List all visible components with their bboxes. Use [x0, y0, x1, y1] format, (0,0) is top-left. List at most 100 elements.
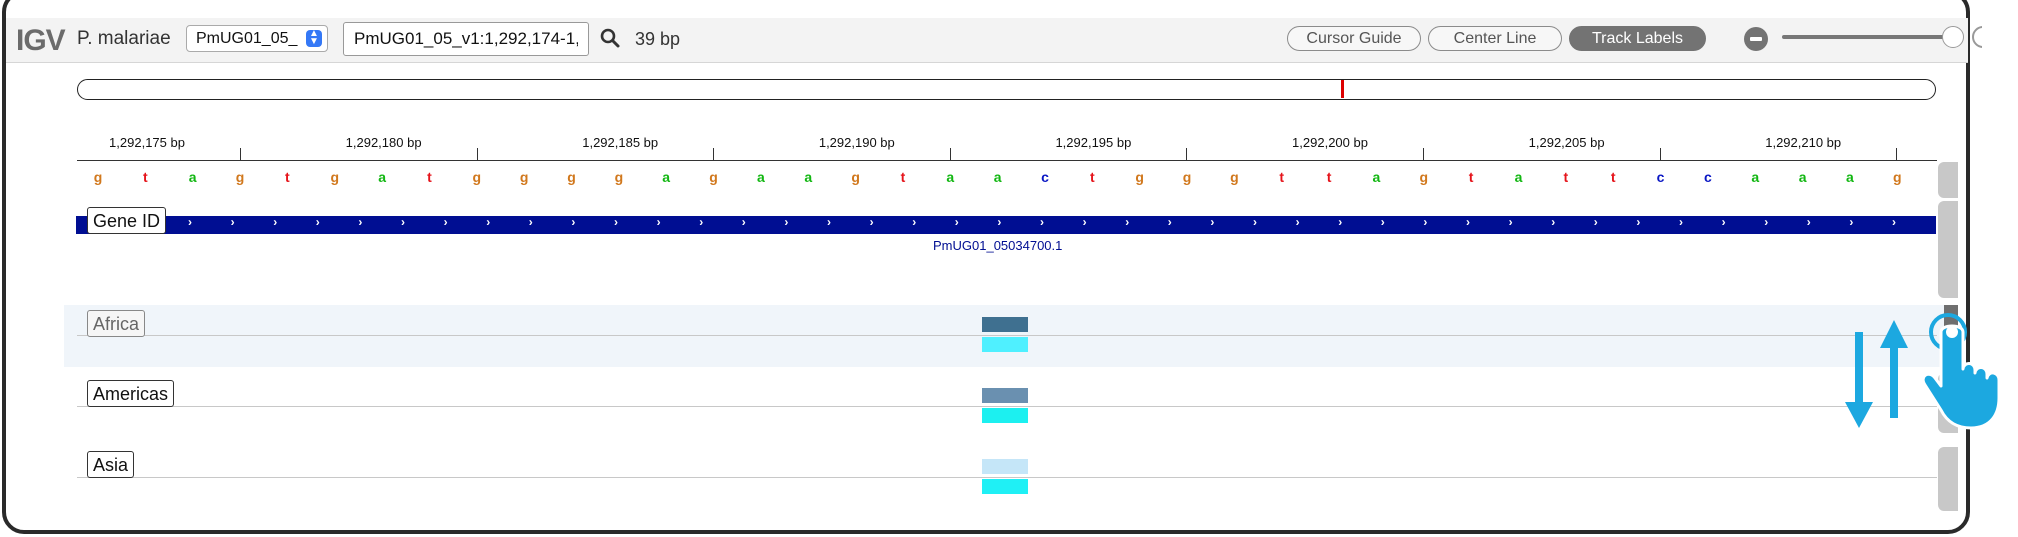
- locus-search-input[interactable]: [343, 22, 589, 56]
- ruler-tick: [1423, 148, 1424, 160]
- strand-arrow-icon: ›: [443, 215, 448, 229]
- sequence-base: g: [1893, 169, 1902, 185]
- strand-arrow-icon: ›: [869, 215, 874, 229]
- genome-label: P. malariae: [77, 28, 171, 49]
- strand-arrow-icon: ›: [486, 215, 491, 229]
- strand-arrow-icon: ›: [188, 215, 192, 229]
- sequence-base: c: [1656, 169, 1665, 185]
- track-labels-button[interactable]: Track Labels: [1569, 26, 1706, 51]
- sequence-base: g: [519, 169, 529, 185]
- zoom-in-icon[interactable]: [1972, 26, 1982, 52]
- sequence-base: a: [188, 169, 197, 185]
- ruler-tick-label: 1,292,205 bp: [1528, 135, 1605, 150]
- strand-arrow-icon: ›: [827, 215, 831, 229]
- americas-track-baseline: [77, 406, 1937, 407]
- strand-arrow-icon: ›: [1210, 215, 1215, 229]
- strand-arrow-icon: ›: [401, 215, 405, 229]
- drag-reorder-hand-icon: [1845, 313, 2001, 430]
- strand-arrow-icon: ›: [1040, 215, 1044, 229]
- cursor-guide-button[interactable]: Cursor Guide: [1287, 26, 1421, 51]
- igv-logo: IGV: [16, 24, 66, 57]
- sequence-base: t: [1326, 169, 1332, 185]
- strand-arrow-icon: ›: [230, 215, 235, 229]
- variant-genotype-asia[interactable]: [982, 479, 1028, 494]
- center-line-button[interactable]: Center Line: [1428, 26, 1562, 51]
- strand-arrow-icon: ›: [358, 215, 363, 229]
- strand-arrow-icon: ›: [1253, 215, 1257, 229]
- strand-arrow-icon: ›: [741, 215, 746, 229]
- strand-arrow-icon: ›: [1423, 215, 1428, 229]
- sequence-base: g: [472, 169, 482, 185]
- track-label-asia[interactable]: Asia: [87, 451, 135, 478]
- sequence-base: t: [1468, 169, 1474, 185]
- chromosome-select[interactable]: PmUG01_05_ ▲ ▼: [186, 25, 328, 52]
- asia-track-scroll-tab[interactable]: [1938, 447, 1958, 511]
- africa-track-baseline: [77, 335, 1937, 336]
- ruler-tick: [240, 148, 241, 160]
- sequence-base: a: [756, 169, 765, 185]
- sequence-base: t: [285, 169, 290, 185]
- strand-arrow-icon: ›: [1764, 215, 1769, 229]
- sequence-base: a: [1514, 169, 1523, 185]
- sequence-base: a: [993, 169, 1002, 185]
- chromosome-select-value: PmUG01_05_: [196, 30, 298, 47]
- sequence-base: t: [1563, 169, 1569, 185]
- sequence-base: a: [804, 169, 813, 185]
- sequence-base: t: [143, 169, 148, 185]
- strand-arrow-icon: ›: [784, 215, 789, 229]
- sequence-base: c: [1703, 169, 1712, 185]
- sequence-base: g: [614, 169, 624, 185]
- sequence-base: t: [1090, 169, 1095, 185]
- sequence-track-scroll-tab[interactable]: [1938, 162, 1958, 198]
- strand-arrow-icon: ›: [1466, 215, 1470, 229]
- ruler-tick-label: 1,292,190 bp: [818, 135, 895, 150]
- sequence-base: g: [851, 169, 860, 185]
- strand-arrow-icon: ›: [1082, 215, 1087, 229]
- gene-feature-name[interactable]: PmUG01_05034700.1: [933, 238, 1062, 253]
- sequence-base: a: [1846, 169, 1854, 185]
- select-arrows-icon: ▲ ▼: [306, 29, 322, 47]
- ruler-tick-label: 1,292,175 bp: [109, 135, 185, 150]
- strand-arrow-icon: ›: [1551, 215, 1556, 229]
- strand-arrow-icon: ›: [954, 215, 959, 229]
- variant-site-asia[interactable]: [982, 459, 1028, 474]
- variant-site-americas[interactable]: [982, 388, 1028, 403]
- sequence-base: t: [900, 169, 906, 185]
- sequence-base: g: [709, 169, 718, 185]
- ruler-tick: [1186, 148, 1188, 160]
- zoom-slider-thumb[interactable]: [1942, 26, 1964, 48]
- ruler-tick-label: 1,292,185 bp: [582, 135, 659, 150]
- gene-track-label[interactable]: Gene ID: [87, 207, 167, 234]
- asia-track-baseline: [77, 477, 1937, 478]
- gene-track-scroll-tab[interactable]: [1938, 201, 1958, 298]
- strand-arrow-icon: ›: [1806, 215, 1811, 229]
- strand-arrow-icon: ›: [1679, 215, 1683, 229]
- strand-arrow-icon: ›: [1892, 215, 1896, 229]
- sequence-base: g: [1135, 169, 1144, 185]
- search-icon[interactable]: [599, 27, 621, 49]
- ruler-tick-label: 1,292,180 bp: [345, 135, 422, 150]
- ideogram-position-marker: [1341, 80, 1345, 98]
- chromosome-ideogram[interactable]: [77, 79, 1936, 100]
- strand-arrow-icon: ›: [1338, 215, 1343, 229]
- strand-arrow-icon: ›: [699, 215, 704, 229]
- sequence-base: a: [1751, 169, 1760, 185]
- zoom-slider[interactable]: [1782, 35, 1956, 39]
- variant-genotype-americas[interactable]: [982, 408, 1028, 423]
- ruler-tick: [1896, 148, 1898, 160]
- ruler-tick: [476, 148, 478, 160]
- gene-feature[interactable]: [76, 216, 1936, 234]
- strand-arrow-icon: ›: [1849, 215, 1854, 229]
- ruler-tick: [1659, 148, 1661, 160]
- track-label-africa[interactable]: Africa: [87, 310, 146, 337]
- zoom-out-icon[interactable]: [1744, 27, 1768, 51]
- ruler-tick-label: 1,292,200 bp: [1292, 135, 1368, 150]
- strand-arrow-icon: ›: [1508, 215, 1513, 229]
- sequence-base: a: [1372, 169, 1381, 185]
- strand-arrow-icon: ›: [1167, 215, 1172, 229]
- variant-site-africa[interactable]: [982, 317, 1028, 332]
- variant-genotype-africa[interactable]: [982, 337, 1028, 352]
- toolbar: IGV P. malariae PmUG01_05_ ▲▼ 39 bp Curs…: [6, 18, 1982, 63]
- track-label-americas[interactable]: Americas: [87, 380, 175, 407]
- strand-arrow-icon: ›: [912, 215, 917, 229]
